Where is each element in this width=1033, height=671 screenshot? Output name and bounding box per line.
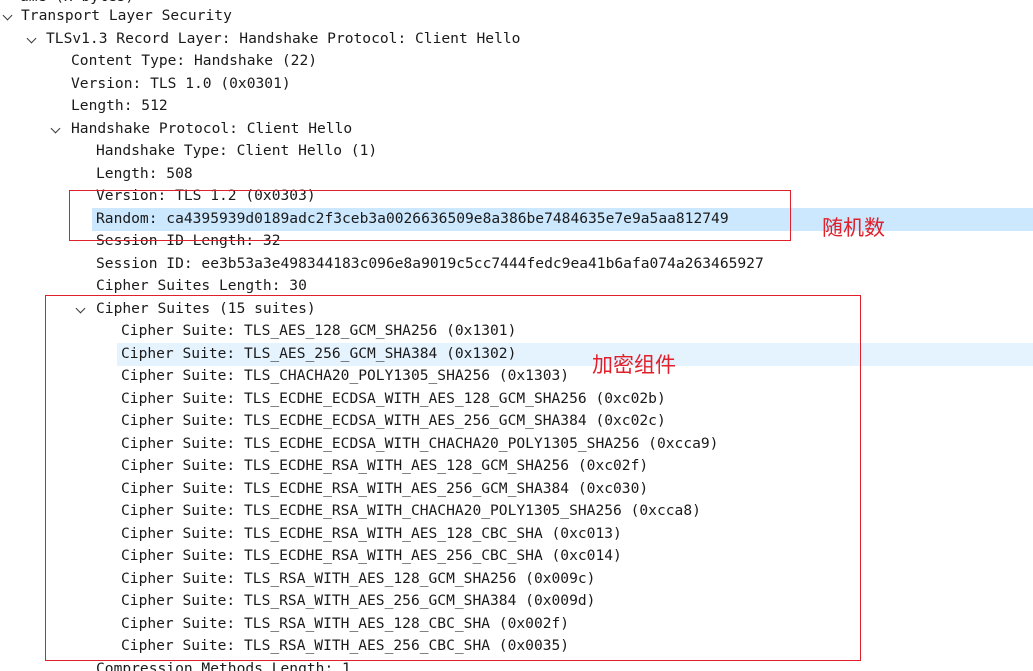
tree-row-label: Version: TLS 1.0 (0x0301) [71, 75, 291, 92]
tree-row-handshake-type[interactable]: Handshake Type: Client Hello (1) [0, 140, 1033, 163]
cipher-annotation-label: 加密组件 [592, 353, 676, 377]
tree-row-record-version[interactable]: Version: TLS 1.0 (0x0301) [0, 73, 1033, 96]
tree-row-label: Length: 508 [96, 165, 193, 182]
tree-row-label: Transport Layer Security [21, 7, 232, 24]
chevron-down-icon[interactable] [2, 10, 13, 21]
tree-row-label: Length: 512 [71, 97, 168, 114]
random-annotation-label: 随机数 [822, 216, 885, 240]
tree-row-record-layer[interactable]: TLSv1.3 Record Layer: Handshake Protocol… [0, 28, 1033, 51]
tree-row-handshake-protocol[interactable]: Handshake Protocol: Client Hello [0, 118, 1033, 141]
tree-row-transport-layer-security[interactable]: Transport Layer Security [0, 5, 1033, 28]
tree-row-label: Content Type: Handshake (22) [71, 52, 318, 69]
tree-row-label: Session ID: ee3b53a3e498344183c096e8a901… [96, 255, 764, 272]
tree-row-handshake-length[interactable]: Length: 508 [0, 163, 1033, 186]
random-highlight-box [69, 190, 791, 241]
cipher-suites-highlight-box [45, 295, 861, 661]
tree-row-record-length[interactable]: Length: 512 [0, 95, 1033, 118]
tree-row-label: TLSv1.3 Record Layer: Handshake Protocol… [46, 30, 521, 47]
tree-row-content-type[interactable]: Content Type: Handshake (22) [0, 50, 1033, 73]
tree-row-label: Handshake Type: Client Hello (1) [96, 142, 378, 159]
tree-row-label: Handshake Protocol: Client Hello [71, 120, 353, 137]
chevron-down-icon[interactable] [50, 123, 61, 134]
chevron-down-icon[interactable] [26, 33, 37, 44]
tree-row-session-id[interactable]: Session ID: ee3b53a3e498344183c096e8a901… [0, 253, 1033, 276]
